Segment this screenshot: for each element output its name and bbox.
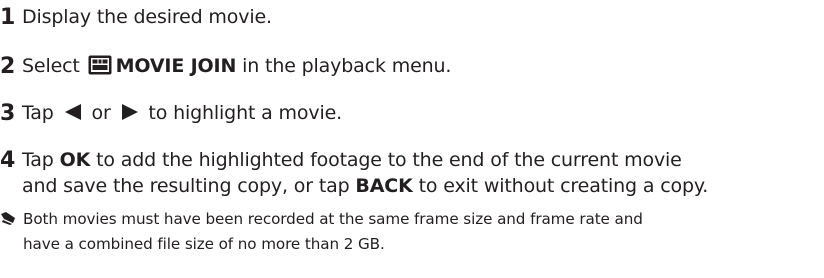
note-pencil-icon [0,210,18,233]
ok-label: OK [59,149,91,171]
note-text-2: have a combined file size of no more tha… [23,235,385,253]
step-suffix: to add the highlighted footage to the en… [90,149,682,171]
step-1-line: 1 Display the desired movie. [0,4,824,30]
step-2-line: 2 Select MOVIE JOIN in the playback menu. [0,53,824,82]
step-4: 4 Tap OK to add the highlighted footage t… [0,147,824,199]
step-4-line-1: 4 Tap OK to add the highlighted footage t… [0,147,824,173]
left-triangle-icon [64,102,82,128]
step-prefix: Tap [22,102,60,124]
menu-item-label: MOVIE JOIN [115,55,237,77]
note-line-1: Both movies must have been recorded at t… [0,208,824,233]
step-3-line: 3 Tap or to highlight a movie. [0,100,824,128]
step-prefix: and save the resulting copy, or tap [22,175,356,197]
note-text-1: Both movies must have been recorded at t… [23,210,643,228]
step-number: 3 [0,101,16,126]
step-number: 4 [0,148,16,173]
step-middle: or [85,102,117,124]
step-suffix: to exit without creating a copy. [412,175,709,197]
step-prefix: Select [22,55,86,77]
step-number: 1 [0,5,16,30]
step-text: Display the desired movie. [22,6,272,28]
note: Both movies must have been recorded at t… [0,208,824,256]
note-line-2: have a combined file size of no more tha… [0,233,824,256]
right-triangle-icon [121,102,139,128]
step-1: 1 Display the desired movie. [0,4,824,30]
step-suffix: in the playback menu. [236,55,452,77]
step-prefix: Tap [22,149,60,171]
back-label: BACK [355,175,413,197]
movie-join-icon [88,55,112,82]
step-2: 2 Select MOVIE JOIN in the playback menu. [0,53,824,82]
step-number: 2 [0,54,16,79]
step-4-line-2: and save the resulting copy, or tap BACK… [0,173,824,199]
step-3: 3 Tap or to highlight a movie. [0,100,824,128]
step-suffix: to highlight a movie. [142,102,343,124]
